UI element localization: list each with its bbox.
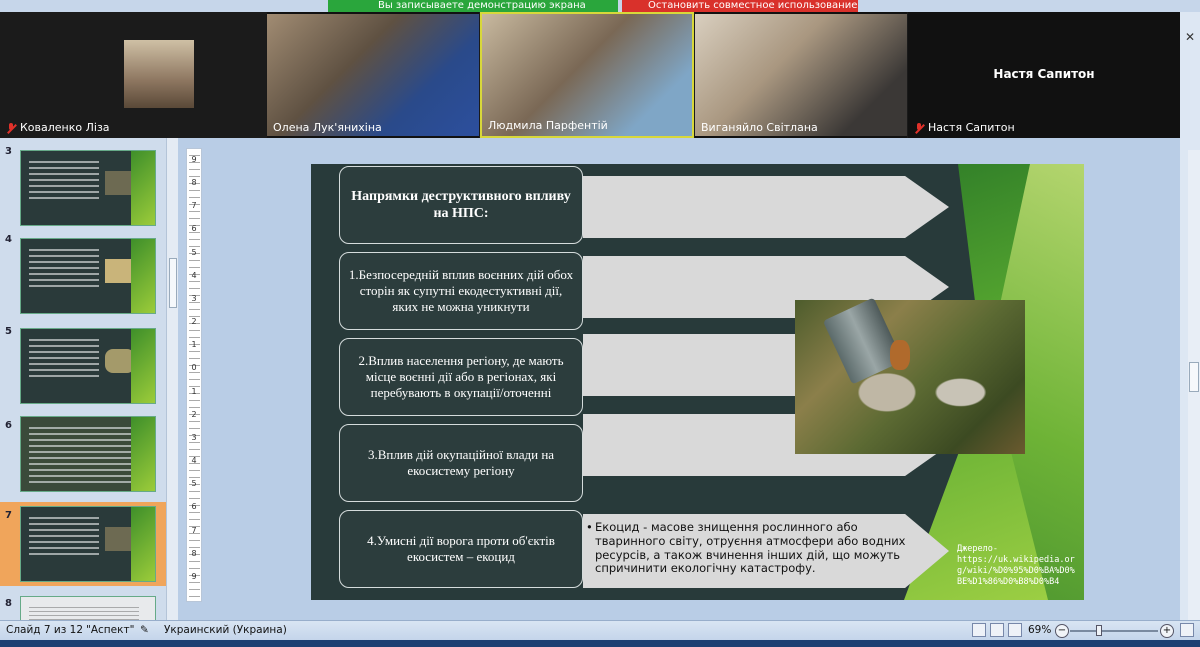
participant-video [267, 14, 479, 136]
participant-video [482, 14, 692, 136]
participant-tile[interactable]: Олена Лук'янихіна [267, 12, 479, 138]
slide-thumbnail-row[interactable]: 8 [0, 592, 166, 620]
ruler-tick-label: 9 [191, 155, 197, 164]
participant-video [695, 14, 907, 136]
ruler-tick-label: 1 [191, 386, 197, 396]
text-box-3[interactable]: 3.Вплив дій окупаційної влади на екосист… [339, 424, 583, 502]
ruler-tick-label: 9 [191, 571, 197, 581]
slide-number: 7 [5, 510, 12, 521]
participant-name: Настя Сапитон [928, 121, 1015, 134]
source-text[interactable]: Джерело- https://uk.wikipedia.org/wiki/%… [957, 544, 1075, 588]
participant-tile[interactable]: Настя Сапитон Настя Сапитон [908, 12, 1180, 138]
slide-canvas[interactable]: Напрямки деструктивного впливу на НПС: 1… [311, 164, 1084, 600]
ruler-tick-label: 5 [191, 479, 197, 489]
ecocide-definition[interactable]: • Екоцид - масове знищення рослинного аб… [586, 520, 915, 576]
ruler-tick-label: 3 [191, 432, 197, 442]
ruler-tick-label: 6 [191, 502, 197, 512]
slide-counter: Слайд 7 из 12 [6, 624, 84, 636]
slide-number: 5 [5, 326, 12, 337]
normal-view-button[interactable] [972, 623, 986, 637]
ruler-tick-label: 7 [191, 525, 197, 535]
participant-name: Коваленко Ліза [20, 121, 110, 134]
slide-number: 8 [5, 598, 12, 609]
arrow-shape[interactable] [583, 176, 949, 238]
slide-number: 3 [5, 146, 12, 157]
zoom-level[interactable]: 69% [1028, 624, 1051, 636]
close-icon[interactable]: ✕ [1185, 30, 1195, 44]
slides-panel[interactable]: 3 4 5 6 7 8 [0, 138, 167, 620]
participant-tile[interactable]: Виганяйло Світлана [695, 12, 907, 138]
slide-sorter-button[interactable] [990, 623, 1004, 637]
spellcheck-icon[interactable]: ✎ [140, 624, 149, 636]
slide-number: 6 [5, 420, 12, 431]
participant-name: Олена Лук'янихіна [273, 121, 382, 134]
ruler-tick-label: 8 [191, 548, 197, 558]
stop-share-button[interactable]: Остановить совместное использование [622, 0, 858, 12]
theme-name[interactable]: "Аспект" [86, 624, 134, 636]
slide-thumbnail-row[interactable]: 3 [0, 142, 166, 226]
slide-thumbnail[interactable] [20, 596, 156, 620]
bullet-icon: • [586, 520, 593, 534]
mic-muted-icon [914, 122, 924, 134]
ruler-tick-label: 2 [191, 409, 197, 419]
participant-video [124, 40, 194, 108]
ruler-tick-label: 4 [191, 456, 197, 466]
slide-thumbnail[interactable] [20, 238, 156, 314]
ruler-tick-label: 0 [191, 363, 197, 373]
ruler-tick-label: 8 [191, 178, 197, 188]
ruler-tick-label: 7 [191, 201, 197, 211]
participant-display-name: Настя Сапитон [993, 67, 1095, 81]
scroll-thumb[interactable] [169, 258, 177, 308]
slide-thumbnail[interactable] [20, 328, 156, 404]
ruler-tick-label: 4 [191, 270, 197, 280]
slide-thumbnail-row[interactable]: 5 [0, 322, 166, 404]
status-bar: Слайд 7 из 12 "Аспект" ✎ Украинский (Укр… [0, 620, 1200, 641]
slide-thumbnail[interactable] [20, 416, 156, 492]
text-box-1[interactable]: 1.Безпосередній вплив воєнних дій обох с… [339, 252, 583, 330]
slide-thumbnail-row-selected[interactable]: 7 [0, 502, 166, 586]
zoom-in-button[interactable]: + [1160, 624, 1174, 638]
vertical-ruler: 9 8 7 6 5 4 3 2 1 0 1 2 3 4 5 6 7 8 9 [186, 148, 202, 602]
participant-name: Виганяйло Світлана [701, 121, 818, 134]
mic-muted-icon [6, 122, 16, 134]
zoom-out-button[interactable]: − [1055, 624, 1069, 638]
zoom-slider[interactable] [1070, 630, 1158, 632]
slide-thumbnail[interactable] [20, 150, 156, 226]
slide-thumbnail-row[interactable]: 4 [0, 230, 166, 314]
language-indicator[interactable]: Украинский (Украина) [164, 624, 287, 636]
recording-indicator[interactable]: Вы записываете демонстрацию экрана [328, 0, 618, 12]
share-toolbar: Вы записываете демонстрацию экрана Остан… [0, 0, 1200, 12]
video-gallery: Коваленко Ліза Олена Лук'янихіна Людмила… [0, 12, 1180, 138]
fit-to-window-button[interactable] [1180, 623, 1194, 637]
slide-title-box[interactable]: Напрямки деструктивного впливу на НПС: [339, 166, 583, 244]
ruler-tick-label: 1 [191, 340, 197, 350]
participant-tile[interactable]: Коваленко Ліза [0, 12, 266, 138]
text-box-2[interactable]: 2.Вплив населення регіону, де мають місц… [339, 338, 583, 416]
slide-thumbnail-row[interactable]: 6 [0, 410, 166, 492]
editor-scrollbar[interactable] [1188, 150, 1200, 620]
ruler-tick-label: 3 [191, 293, 197, 303]
ruler-tick-label: 2 [191, 317, 197, 327]
slide-photo[interactable] [795, 297, 1025, 454]
ruler-tick-label: 5 [191, 247, 197, 257]
scroll-thumb[interactable] [1189, 362, 1199, 392]
text-box-4[interactable]: 4.Умисні дії ворога проти об'єктів екоси… [339, 510, 583, 588]
participant-tile-active-speaker[interactable]: Людмила Парфентій [480, 12, 694, 138]
ruler-tick-label: 6 [191, 224, 197, 234]
zoom-slider-knob[interactable] [1096, 625, 1102, 636]
os-taskbar [0, 640, 1200, 647]
participant-name: Людмила Парфентій [488, 119, 608, 132]
slideshow-button[interactable] [1008, 623, 1022, 637]
slide-thumbnail[interactable] [20, 506, 156, 582]
slide-number: 4 [5, 234, 12, 245]
